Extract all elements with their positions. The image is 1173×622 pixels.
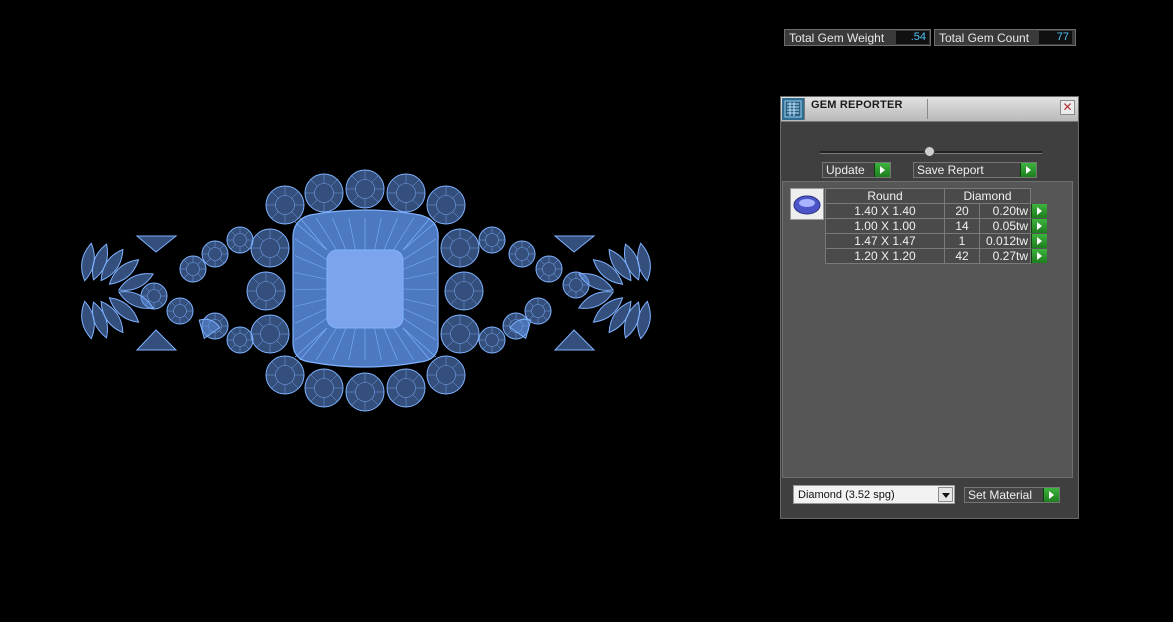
play-arrow-icon[interactable] bbox=[1031, 233, 1047, 248]
play-arrow-icon[interactable] bbox=[1031, 203, 1047, 218]
3d-viewport[interactable] bbox=[0, 0, 770, 622]
material-select-value: Diamond (3.52 spg) bbox=[798, 489, 895, 501]
play-arrow-icon bbox=[1020, 163, 1036, 177]
gem-size: 1.40 X 1.40 bbox=[825, 203, 945, 219]
gem-weight: 0.20tw bbox=[979, 203, 1031, 219]
panel-titlebar[interactable]: GEM REPORTER ✕ bbox=[781, 97, 1078, 122]
set-material-button[interactable]: Set Material bbox=[964, 487, 1060, 503]
play-arrow-icon[interactable] bbox=[1031, 248, 1047, 263]
trillion-gem bbox=[553, 329, 596, 351]
table-row[interactable]: 1.20 X 1.20 42 0.27tw bbox=[825, 248, 1048, 264]
trillion-gem bbox=[135, 329, 178, 351]
gem-count: 14 bbox=[944, 218, 980, 234]
total-gem-count-value: 77 bbox=[1039, 31, 1072, 44]
gem-weight: 0.05tw bbox=[979, 218, 1031, 234]
chevron-down-icon[interactable] bbox=[938, 487, 953, 502]
total-gem-weight-value: .54 bbox=[896, 31, 929, 44]
gem-reporter-icon bbox=[782, 98, 805, 120]
column-header-material: Diamond bbox=[944, 188, 1031, 204]
gem-count: 42 bbox=[944, 248, 980, 264]
total-gem-count-label: Total Gem Count bbox=[939, 31, 1030, 45]
table-row[interactable]: 1.40 X 1.40 20 0.20tw bbox=[825, 203, 1048, 219]
set-material-button-label: Set Material bbox=[968, 488, 1033, 502]
total-gem-count-box: Total Gem Count 77 bbox=[934, 29, 1076, 46]
jewelry-wireframe-model bbox=[81, 169, 651, 412]
total-gem-weight-box: Total Gem Weight .54 bbox=[784, 29, 931, 46]
title-separator bbox=[927, 99, 928, 119]
gem-size: 1.20 X 1.20 bbox=[825, 248, 945, 264]
gem-report-table: Round Diamond 1.40 X 1.40 20 0.20tw 1.00… bbox=[825, 188, 1048, 264]
table-row[interactable]: 1.47 X 1.47 1 0.012tw bbox=[825, 233, 1048, 249]
table-row[interactable]: 1.00 X 1.00 14 0.05tw bbox=[825, 218, 1048, 234]
center-gem-table bbox=[326, 249, 404, 329]
material-select[interactable]: Diamond (3.52 spg) bbox=[793, 485, 955, 504]
update-button-label: Update bbox=[826, 163, 865, 177]
column-header-shape: Round bbox=[825, 188, 945, 204]
save-report-button-label: Save Report bbox=[917, 163, 984, 177]
gem-size: 1.00 X 1.00 bbox=[825, 218, 945, 234]
play-arrow-icon[interactable] bbox=[1031, 218, 1047, 233]
gem-size: 1.47 X 1.47 bbox=[825, 233, 945, 249]
total-gem-weight-label: Total Gem Weight bbox=[789, 31, 885, 45]
gem-weight: 0.012tw bbox=[979, 233, 1031, 249]
slider-handle[interactable] bbox=[924, 146, 935, 157]
gem-weight: 0.27tw bbox=[979, 248, 1031, 264]
table-header-row: Round Diamond bbox=[825, 188, 1048, 204]
trillion-gem bbox=[553, 235, 596, 253]
round-gem-icon[interactable] bbox=[790, 188, 824, 220]
gem-count: 1 bbox=[944, 233, 980, 249]
close-icon[interactable]: ✕ bbox=[1060, 100, 1075, 115]
update-button[interactable]: Update bbox=[822, 162, 891, 178]
gem-count: 20 bbox=[944, 203, 980, 219]
play-arrow-icon bbox=[1043, 488, 1059, 502]
save-report-button[interactable]: Save Report bbox=[913, 162, 1037, 178]
trillion-gem bbox=[135, 235, 178, 253]
play-arrow-icon bbox=[874, 163, 890, 177]
panel-title: GEM REPORTER bbox=[811, 99, 903, 111]
